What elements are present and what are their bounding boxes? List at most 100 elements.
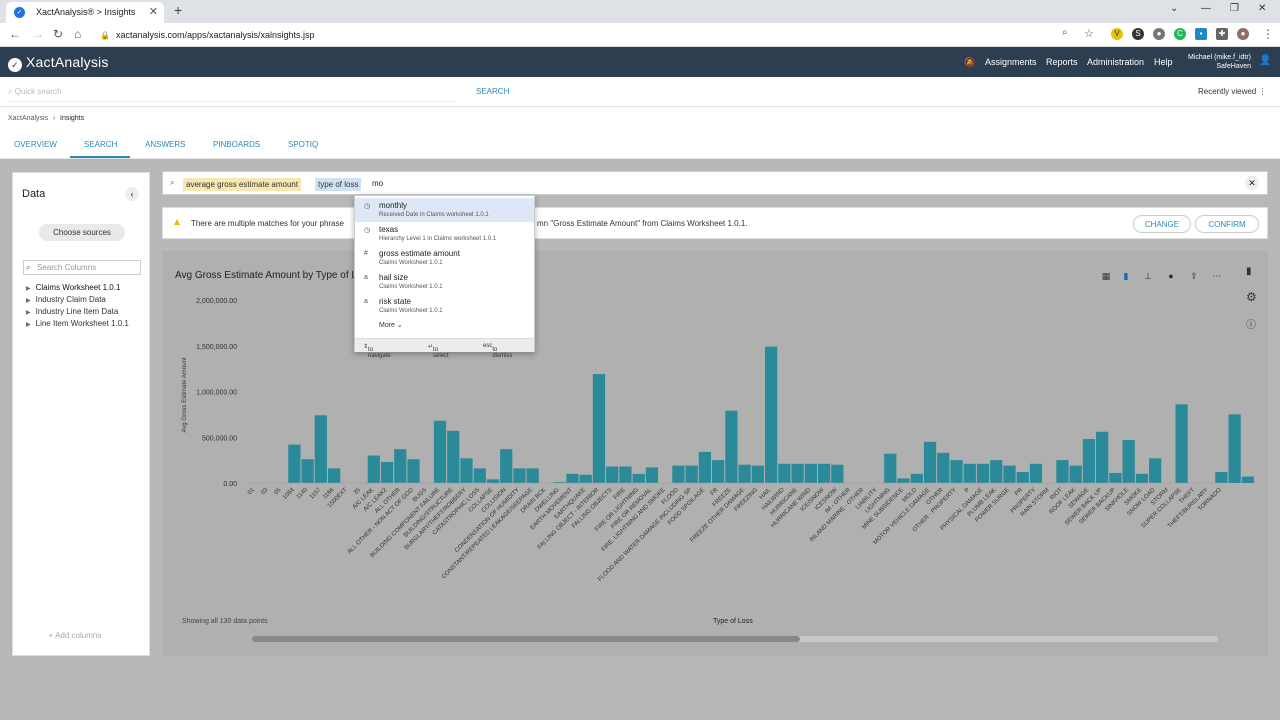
- source-label: Line Item Worksheet 1.0.1: [35, 319, 129, 328]
- user-menu[interactable]: Michael (mike.f_idtr) SafeHaven: [1188, 53, 1251, 71]
- settings-gear-icon[interactable]: ⚙: [1246, 290, 1257, 304]
- suggestion-item[interactable]: # gross estimate amount Claims Worksheet…: [355, 246, 534, 270]
- extension-s-icon[interactable]: S: [1132, 28, 1144, 40]
- expand-caret-icon: ▶: [26, 286, 31, 292]
- warning-message-start: There are multiple matches for your phra…: [191, 219, 344, 228]
- insights-tabs: OVERVIEW SEARCH ANSWERS PINBOARDS SPOTIQ: [0, 129, 1280, 159]
- source-item[interactable]: ▶ Line Item Worksheet 1.0.1: [26, 319, 129, 328]
- search-columns-placeholder: Search Columns: [37, 263, 97, 272]
- expand-caret-icon: ▶: [26, 298, 31, 304]
- add-columns-button[interactable]: + Add columns: [33, 628, 117, 643]
- quick-search-input[interactable]: ⌕ Quick search: [8, 87, 458, 102]
- close-tab-icon[interactable]: ✕: [149, 5, 158, 18]
- suggestion-name: risk state: [379, 297, 412, 306]
- search-token-measure[interactable]: average gross estimate amount: [183, 178, 302, 191]
- user-icon[interactable]: 👤: [1259, 55, 1271, 66]
- nav-assignments[interactable]: Assignments: [985, 57, 1037, 67]
- search-columns-input[interactable]: ⌕ Search Columns: [23, 260, 141, 275]
- close-window-icon[interactable]: ✕: [1258, 3, 1266, 14]
- suggestion-name: hail size: [379, 273, 408, 282]
- search-typed-text[interactable]: mo: [372, 179, 383, 188]
- browser-tabbar: ✓ XactAnalysis® > Insights ✕ + ⌄ — ❐ ✕: [0, 0, 1280, 23]
- dismiss-hint-text: to dismiss: [492, 347, 513, 359]
- extensions-puzzle-icon[interactable]: ✚: [1216, 28, 1228, 40]
- forward-icon[interactable]: →: [32, 27, 44, 41]
- suggestion-dropdown: ◷ monthly Received Date in Claims worksh…: [354, 195, 535, 359]
- suggestion-source: Claims Worksheet 1.0.1: [379, 284, 443, 290]
- chart-card: Avg Gross Estimate Amount by Type of L ▦…: [162, 251, 1268, 656]
- minimize-icon[interactable]: —: [1201, 3, 1211, 14]
- browser-menu-icon[interactable]: ⋮: [1262, 27, 1274, 41]
- search-query-bar[interactable]: ⌕ average gross estimate amount type of …: [162, 171, 1268, 195]
- site-favicon-icon: ✓: [14, 7, 25, 18]
- clear-search-icon[interactable]: ✕: [1245, 176, 1259, 190]
- suggestion-item[interactable]: a hail size Claims Worksheet 1.0.1: [355, 270, 534, 294]
- nav-help[interactable]: Help: [1154, 57, 1173, 67]
- breadcrumb-insights: Insights: [60, 115, 85, 122]
- suggestion-item[interactable]: ◷ texas Hierarchy Level 1 in Claims work…: [355, 222, 534, 246]
- tab-search-icon[interactable]: ⌄: [1170, 3, 1178, 14]
- chart-view-icon[interactable]: ▮: [1118, 268, 1134, 284]
- nav-reports[interactable]: Reports: [1046, 57, 1078, 67]
- breadcrumb-xactanalysis[interactable]: XactAnalysis: [8, 115, 48, 122]
- extension-v-icon[interactable]: V: [1111, 28, 1123, 40]
- bookmark-star-icon[interactable]: ☆: [1084, 27, 1094, 40]
- back-icon[interactable]: ←: [9, 27, 21, 41]
- chart-type-icon[interactable]: ▮: [1246, 266, 1252, 277]
- share-icon[interactable]: ⇪: [1186, 268, 1202, 284]
- source-item[interactable]: ▶ Industry Claim Data: [26, 295, 106, 304]
- extension-chat-icon[interactable]: ▪: [1195, 28, 1207, 40]
- new-tab-icon[interactable]: +: [174, 2, 182, 18]
- chart-title: Avg Gross Estimate Amount by Type of L: [175, 270, 357, 281]
- app-logo[interactable]: ✓ XactAnalysis: [8, 54, 109, 72]
- confirm-button[interactable]: CONFIRM: [1195, 215, 1259, 233]
- quick-search-placeholder: Quick search: [14, 87, 62, 96]
- choose-sources-button[interactable]: Choose sources: [39, 224, 125, 241]
- select-hint-text: to select: [433, 347, 449, 359]
- url-field[interactable]: 🔒 xactanalysis.com/apps/xactanalysis/xaln…: [100, 30, 315, 40]
- more-icon[interactable]: ⋯: [1209, 268, 1225, 284]
- browser-tab[interactable]: ✓ XactAnalysis® > Insights ✕: [6, 2, 164, 23]
- home-icon[interactable]: ⌂: [74, 27, 81, 41]
- chart-scrollbar[interactable]: [252, 636, 1218, 642]
- source-label: Industry Line Item Data: [35, 307, 119, 316]
- source-item[interactable]: ▶ Industry Line Item Data: [26, 307, 118, 316]
- change-button[interactable]: CHANGE: [1133, 215, 1191, 233]
- url-text: xactanalysis.com/apps/xactanalysis/xalns…: [115, 30, 315, 40]
- logo-check-icon: ✓: [8, 58, 22, 72]
- x-axis-title: Type of Loss: [713, 618, 753, 625]
- extension-gray-icon[interactable]: ●: [1153, 28, 1165, 40]
- tab-spotiq[interactable]: SPOTIQ: [288, 140, 318, 149]
- app-header: ✓ XactAnalysis 🔕 Assignments Reports Admi…: [0, 47, 1280, 77]
- scrollbar-thumb[interactable]: [252, 636, 800, 642]
- suggestion-item[interactable]: ◷ monthly Received Date in Claims worksh…: [355, 198, 534, 222]
- pin-icon[interactable]: ⊥: [1140, 268, 1156, 284]
- nav-administration[interactable]: Administration: [1087, 57, 1144, 67]
- profile-avatar[interactable]: ●: [1237, 28, 1249, 40]
- more-suggestions[interactable]: More ⌄: [379, 321, 403, 329]
- suggestion-item[interactable]: a risk state Claims Worksheet 1.0.1: [355, 294, 534, 318]
- source-item[interactable]: ▶ Claims Worksheet 1.0.1: [26, 283, 120, 292]
- tab-pinboards[interactable]: PINBOARDS: [213, 140, 260, 149]
- reload-icon[interactable]: ↻: [53, 27, 63, 41]
- collapse-panel-icon[interactable]: ‹: [125, 187, 139, 201]
- suggestion-source: Received Date in Claims worksheet 1.0.1: [379, 212, 489, 218]
- quick-search-button[interactable]: SEARCH: [476, 87, 509, 96]
- tab-overview[interactable]: OVERVIEW: [14, 140, 57, 149]
- tab-search[interactable]: SEARCH: [84, 140, 117, 149]
- expand-caret-icon: ▶: [26, 322, 31, 328]
- user-name: Michael (mike.f_idtr): [1188, 54, 1252, 61]
- search-token-attribute[interactable]: type of loss: [315, 178, 362, 191]
- restore-icon[interactable]: ❐: [1230, 3, 1239, 14]
- recently-viewed[interactable]: Recently viewed ⋮: [1198, 87, 1266, 96]
- notifications-off-icon[interactable]: 🔕: [964, 57, 975, 68]
- spotiq-icon[interactable]: ●: [1163, 268, 1179, 284]
- text-icon: a: [364, 298, 368, 305]
- info-icon[interactable]: ⓘ: [1246, 316, 1256, 331]
- extension-green-icon[interactable]: C: [1174, 28, 1186, 40]
- dismiss-hint: esc to dismiss: [483, 343, 513, 359]
- tab-answers[interactable]: ANSWERS: [145, 140, 185, 149]
- table-view-icon[interactable]: ▦: [1098, 268, 1114, 284]
- suggestion-name: texas: [379, 225, 399, 234]
- zoom-icon[interactable]: ⌕: [1062, 27, 1068, 38]
